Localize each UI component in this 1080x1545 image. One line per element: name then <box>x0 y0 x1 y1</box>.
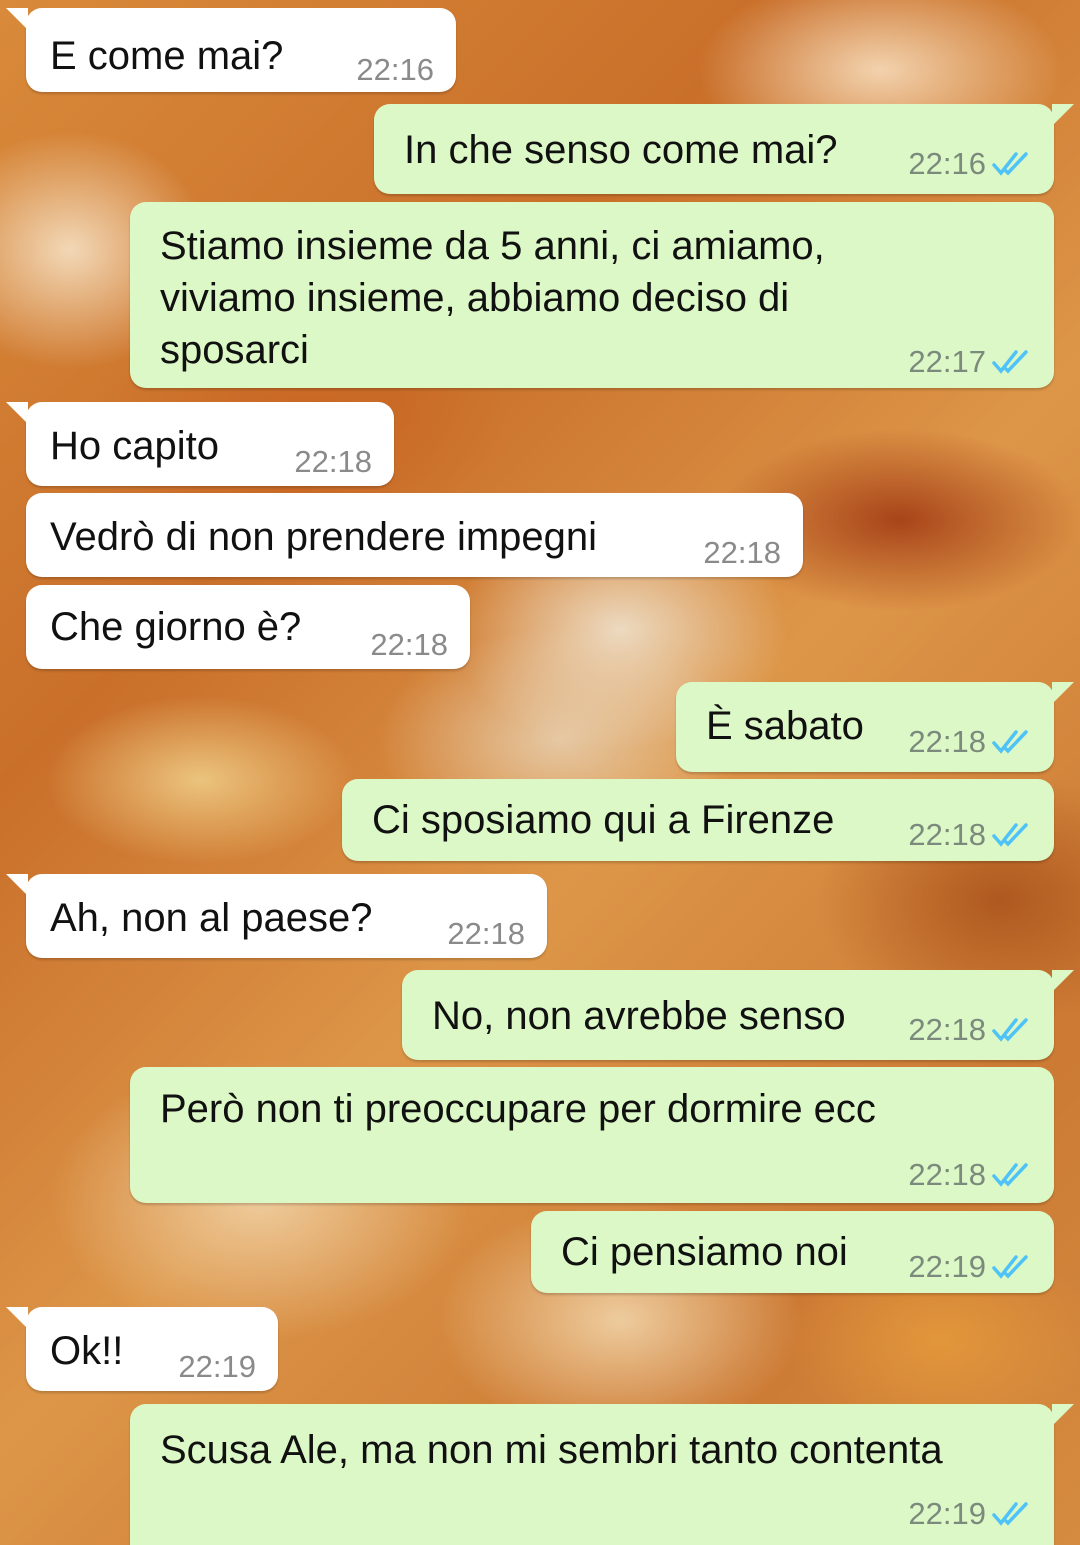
outgoing-message[interactable]: Scusa Ale, ma non mi sembri tanto conten… <box>130 1404 1074 1545</box>
message-time: 22:18 <box>908 817 986 852</box>
message-time: 22:16 <box>356 52 434 87</box>
outgoing-message[interactable]: Ci sposiamo qui a Firenze 22:18 <box>342 779 1054 861</box>
message-text: In che senso come mai? <box>404 128 838 172</box>
message-meta: 22:18 <box>703 535 781 571</box>
message-text: E come mai? <box>50 34 284 78</box>
message-time: 22:19 <box>178 1349 256 1384</box>
message-meta: 22:18 <box>908 724 1032 760</box>
incoming-message[interactable]: Ho capito 22:18 <box>6 402 394 486</box>
outgoing-message[interactable]: Però non ti preoccupare per dormire ecc … <box>130 1067 1054 1203</box>
incoming-message[interactable]: E come mai? 22:16 <box>6 8 456 92</box>
message-text: Vedrò di non prendere impegni <box>50 515 598 559</box>
double-check-icon <box>990 1015 1032 1045</box>
message-text: Stiamo insieme da 5 anni, ci amiamo, viv… <box>160 224 836 372</box>
message-time: 22:18 <box>294 444 372 479</box>
message-time: 22:19 <box>908 1249 986 1284</box>
double-check-icon <box>990 1499 1032 1529</box>
message-meta: 22:18 <box>294 444 372 480</box>
outgoing-message[interactable]: In che senso come mai? 22:16 <box>374 104 1074 194</box>
message-text: Ok!! <box>50 1329 124 1373</box>
message-time: 22:17 <box>908 344 986 379</box>
incoming-message[interactable]: Che giorno è? 22:18 <box>26 585 470 669</box>
message-time: 22:16 <box>908 146 986 181</box>
message-time: 22:18 <box>447 916 525 951</box>
chat-screen: { "chat": { "messages": [ {"dir":"in", "… <box>0 0 1080 1545</box>
message-text: Ci sposiamo qui a Firenze <box>372 798 835 842</box>
message-meta: 22:16 <box>908 146 1032 182</box>
message-meta: 22:18 <box>908 817 1032 853</box>
message-text: Ci pensiamo noi <box>561 1230 848 1274</box>
message-meta: 22:18 <box>370 627 448 663</box>
message-text: Però non ti preoccupare per dormire ecc <box>160 1087 876 1131</box>
outgoing-message[interactable]: È sabato 22:18 <box>676 682 1074 772</box>
outgoing-message[interactable]: No, non avrebbe senso 22:18 <box>402 970 1074 1060</box>
message-meta: 22:16 <box>356 52 434 88</box>
double-check-icon <box>990 149 1032 179</box>
message-time: 22:18 <box>908 1157 986 1192</box>
message-time: 22:19 <box>908 1496 986 1531</box>
double-check-icon <box>990 1160 1032 1190</box>
incoming-message[interactable]: Ah, non al paese? 22:18 <box>6 874 547 958</box>
outgoing-message[interactable]: Stiamo insieme da 5 anni, ci amiamo, viv… <box>130 202 1054 388</box>
double-check-icon <box>990 347 1032 377</box>
message-time: 22:18 <box>370 627 448 662</box>
message-time: 22:18 <box>908 1012 986 1047</box>
outgoing-message[interactable]: Ci pensiamo noi 22:19 <box>531 1211 1054 1293</box>
incoming-message[interactable]: Ok!! 22:19 <box>6 1307 278 1391</box>
message-text: No, non avrebbe senso <box>432 994 846 1038</box>
message-text: Scusa Ale, ma non mi sembri tanto conten… <box>160 1428 943 1472</box>
message-meta: 22:19 <box>178 1349 256 1385</box>
message-text: Ah, non al paese? <box>50 896 373 940</box>
incoming-message[interactable]: Vedrò di non prendere impegni 22:18 <box>26 493 803 577</box>
message-meta: 22:19 <box>908 1496 1032 1532</box>
double-check-icon <box>990 727 1032 757</box>
message-meta: 22:19 <box>908 1249 1032 1285</box>
message-text: Che giorno è? <box>50 605 302 649</box>
message-meta: 22:17 <box>908 344 1032 380</box>
message-meta: 22:18 <box>908 1012 1032 1048</box>
message-text: È sabato <box>706 704 864 748</box>
message-time: 22:18 <box>908 724 986 759</box>
message-time: 22:18 <box>703 535 781 570</box>
double-check-icon <box>990 1252 1032 1282</box>
double-check-icon <box>990 820 1032 850</box>
message-meta: 22:18 <box>447 916 525 952</box>
message-meta: 22:18 <box>908 1157 1032 1193</box>
message-text: Ho capito <box>50 424 219 468</box>
